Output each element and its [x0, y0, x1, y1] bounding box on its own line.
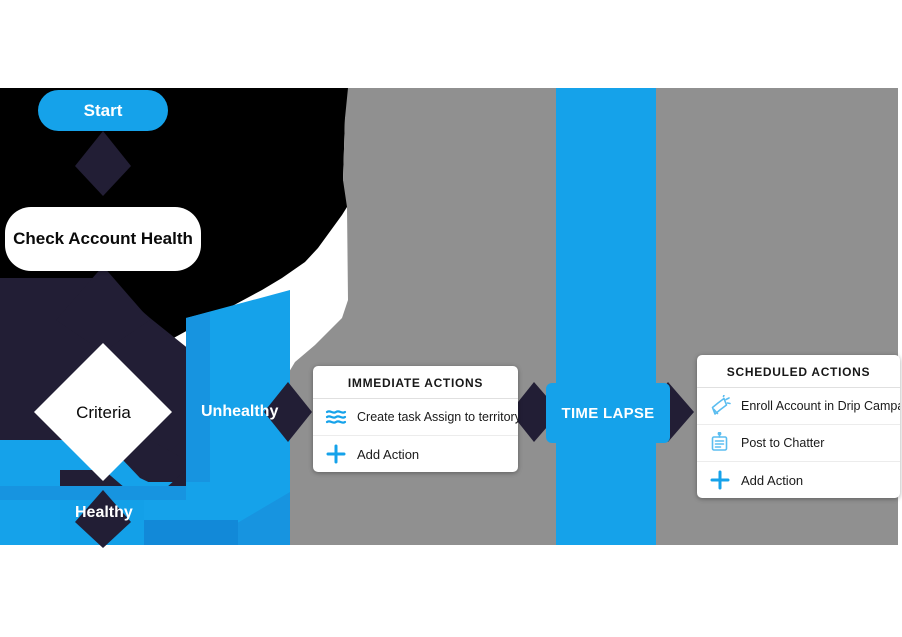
post-icon: [709, 432, 731, 454]
scheduled-add-action-label: Add Action: [741, 472, 804, 488]
healthy-blue-overlay-5: [144, 520, 238, 545]
node-check-account-health[interactable]: Check Account Health: [5, 207, 201, 271]
immediate-action-row[interactable]: Create task Assign to territory rep: [313, 399, 518, 435]
node-time-lapse[interactable]: TIME LAPSE: [546, 383, 670, 443]
region-blue-strip: [556, 88, 656, 545]
scheduled-actions-title: SCHEDULED ACTIONS: [697, 355, 900, 388]
scheduled-action-row-chatter[interactable]: Post to Chatter: [697, 424, 900, 461]
node-time-lapse-label: TIME LAPSE: [561, 404, 655, 422]
immediate-action-label: Create task Assign to territory rep: [357, 410, 518, 424]
healthy-blue-overlay-7: [0, 486, 186, 500]
node-criteria[interactable]: Criteria: [36, 345, 171, 480]
immediate-add-action-label: Add Action: [357, 446, 420, 462]
plus-icon: [325, 443, 347, 465]
branch-label-healthy[interactable]: Healthy: [75, 504, 133, 522]
megaphone-icon: [709, 395, 731, 417]
branch-label-unhealthy[interactable]: Unhealthy: [201, 403, 278, 421]
immediate-actions-title: IMMEDIATE ACTIONS: [313, 366, 518, 399]
immediate-add-action-row[interactable]: Add Action: [313, 435, 518, 472]
node-start-label: Start: [83, 100, 123, 120]
scheduled-add-action-row[interactable]: Add Action: [697, 461, 900, 498]
plus-icon: [709, 469, 731, 491]
immediate-actions-card: IMMEDIATE ACTIONS Create task Assign to …: [313, 366, 518, 472]
node-check-account-health-label: Check Account Health: [13, 229, 193, 248]
node-start[interactable]: Start: [38, 90, 168, 131]
waves-icon: [325, 406, 347, 428]
diagram-canvas: Start Check Account Health Criteria Unhe…: [0, 0, 902, 637]
scheduled-action-label-drip: Enroll Account in Drip Campaign: [741, 399, 900, 413]
scheduled-actions-card: SCHEDULED ACTIONS Enroll Account in Drip…: [697, 355, 900, 498]
scheduled-action-row-drip[interactable]: Enroll Account in Drip Campaign: [697, 388, 900, 424]
node-criteria-label: Criteria: [76, 402, 131, 422]
scheduled-action-label-chatter: Post to Chatter: [741, 436, 825, 450]
